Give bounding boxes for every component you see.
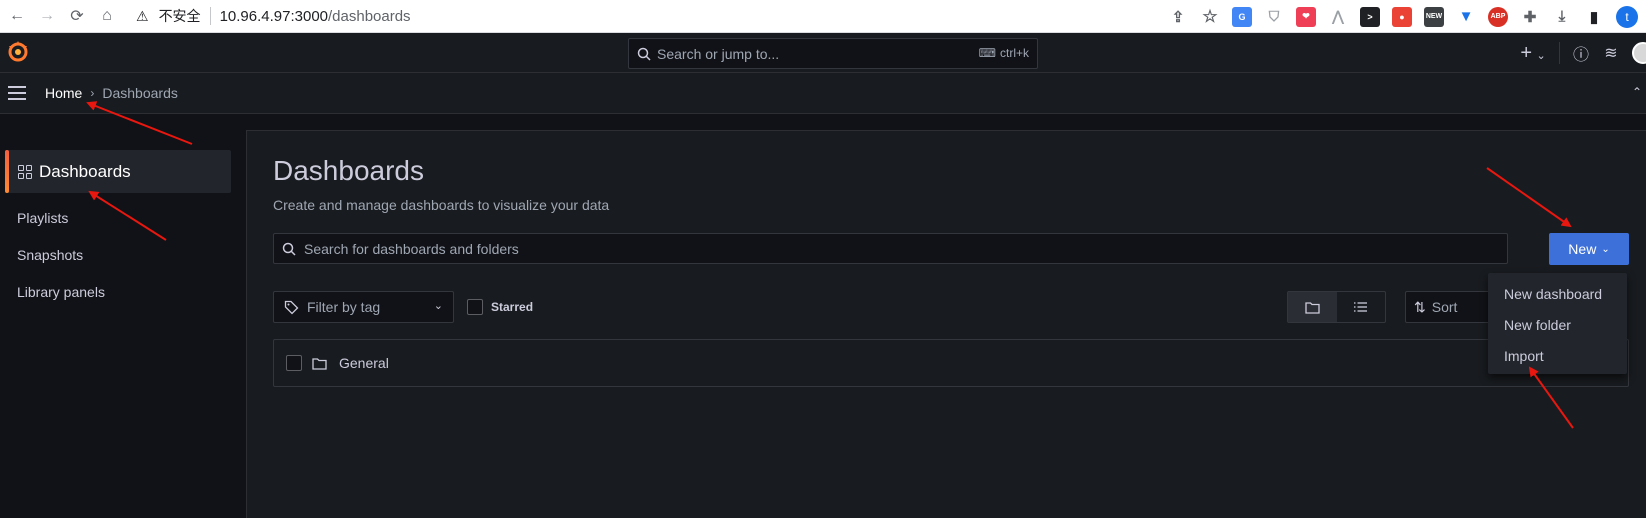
active-indicator [5,150,9,193]
camera-extension-icon[interactable]: ● [1392,6,1412,27]
menu-item-new-folder[interactable]: New folder [1488,309,1627,340]
menu-item-import[interactable]: Import [1488,340,1627,371]
url-path: /dashboards [328,7,411,25]
tag-icon [284,300,299,314]
back-icon[interactable]: ← [4,3,30,29]
home-icon[interactable]: ⌂ [94,3,120,29]
view-mode-toggle [1287,291,1386,323]
sidebar-item-label: Dashboards [39,161,131,181]
page-subtitle: Create and manage dashboards to visualiz… [273,197,610,213]
sidebar-item-dashboards[interactable]: Dashboards [5,150,231,193]
menu-toggle-icon[interactable] [8,86,26,100]
folder-name[interactable]: General [339,355,389,371]
folder-view-button[interactable] [1288,292,1337,322]
topbar-actions: + ⌄ ⓘ ≋ [1513,33,1646,73]
folder-icon [1305,301,1320,314]
new-button[interactable]: New ⌄ [1549,233,1629,265]
terminal-extension-icon[interactable]: > [1360,6,1380,27]
folder-checkbox[interactable] [286,355,302,371]
tag-filter-placeholder: Filter by tag [307,299,381,315]
grafana-logo-icon[interactable] [6,40,30,64]
profile-avatar[interactable]: t [1616,5,1638,28]
breadcrumb-separator: › [90,86,95,100]
user-avatar[interactable] [1632,42,1646,64]
news-feed-icon[interactable]: ≋ [1596,43,1626,63]
sidebar-item-snapshots[interactable]: Snapshots [17,247,83,263]
sidebar-item-library-panels[interactable]: Library panels [17,284,105,300]
list-icon [1354,302,1368,312]
address-bar[interactable]: ⚠ 不安全 10.96.4.97:3000/dashboards [126,0,1126,33]
reload-icon[interactable]: ⟳ [64,3,90,29]
download-icon[interactable]: ⤓ [1552,7,1572,27]
starred-checkbox[interactable] [467,299,483,315]
list-view-button[interactable] [1337,292,1386,322]
starred-label: Starred [491,300,534,314]
grafana-topbar: Search or jump to... ⌨ ctrl+k + ⌄ ⓘ ≋ [0,33,1646,73]
bookmark-star-icon[interactable]: ☆ [1200,7,1220,27]
dashboards-grid-icon [18,164,32,179]
folder-row-general[interactable]: General [273,339,1629,387]
browser-extensions: ⇪ ☆ G ⛉ ❤ ⋀ > ● NEW ▼ ABP ✚ ⤓ ▮ t [1162,0,1646,33]
topbar-search-input[interactable]: Search or jump to... ⌨ ctrl+k [628,38,1038,69]
folder-icon [312,357,327,370]
omnibox-divider [209,7,211,25]
search-icon [282,242,296,256]
sort-icon: ⇅ [1414,298,1426,315]
sidebar-item-playlists[interactable]: Playlists [17,210,68,226]
mountain-extension-icon[interactable]: ⋀ [1328,7,1348,27]
plus-icon: + [1520,41,1532,64]
breadcrumb-current: Dashboards [102,85,178,101]
tag-filter-select[interactable]: Filter by tag ⌄ [273,291,454,323]
add-new-button[interactable]: + ⌄ [1513,42,1553,65]
new-extension-icon[interactable]: NEW [1424,6,1444,27]
sort-label: Sort [1431,299,1458,315]
forward-icon[interactable]: → [34,3,60,29]
share-icon[interactable]: ⇪ [1168,7,1188,27]
help-icon[interactable]: ⓘ [1566,41,1596,65]
search-icon [637,47,651,61]
menu-item-new-dashboard[interactable]: New dashboard [1488,278,1627,309]
shield-extension-icon[interactable]: ⛉ [1264,7,1284,27]
page-title: Dashboards [273,155,424,186]
breadcrumb-home[interactable]: Home [45,85,82,101]
new-dropdown-menu: New dashboard New folder Import [1488,273,1627,374]
topbar-search-placeholder: Search or jump to... [657,45,780,62]
sort-select[interactable]: ⇅ Sort [1405,291,1495,323]
adblock-extension-icon[interactable]: ABP [1488,6,1508,27]
puzzle-extensions-icon[interactable]: ✚ [1520,7,1540,27]
new-button-label: New [1568,241,1597,257]
side-panel-icon[interactable]: ▮ [1584,7,1604,27]
sidebar: Dashboards Playlists Snapshots Library p… [0,114,246,518]
translate-extension-icon[interactable]: G [1232,6,1252,27]
dashboard-search-placeholder: Search for dashboards and folders [304,240,519,257]
starred-filter[interactable]: Starred [467,299,533,315]
warning-icon: ⚠ [136,7,149,24]
keyboard-icon: ⌨ [978,46,996,60]
shortcut-text: ctrl+k [999,46,1029,60]
browser-toolbar: ← → ⟳ ⌂ ⚠ 不安全 10.96.4.97:3000/dashboards… [0,0,1646,33]
main-content: Dashboards Create and manage dashboards … [246,130,1646,518]
dashboard-search-input[interactable]: Search for dashboards and folders [273,233,1508,264]
vue-extension-icon[interactable]: ▼ [1456,7,1476,27]
url-host: 10.96.4.97:3000 [219,7,328,25]
chevron-down-icon: ⌄ [433,300,443,312]
breadcrumb-bar: Home › Dashboards ⌃ [0,73,1646,114]
search-shortcut-hint: ⌨ ctrl+k [979,46,1029,60]
chevron-down-icon: ⌄ [1536,49,1546,62]
topbar-divider [1559,42,1560,64]
pocket-extension-icon[interactable]: ❤ [1296,6,1316,27]
chevron-up-icon[interactable]: ⌃ [1632,85,1642,99]
insecure-label: 不安全 [158,9,201,25]
app-root: ← → ⟳ ⌂ ⚠ 不安全 10.96.4.97:3000/dashboards… [0,0,1646,518]
url-text[interactable]: 10.96.4.97:3000/dashboards [220,8,411,25]
chevron-down-icon: ⌄ [1601,243,1610,255]
